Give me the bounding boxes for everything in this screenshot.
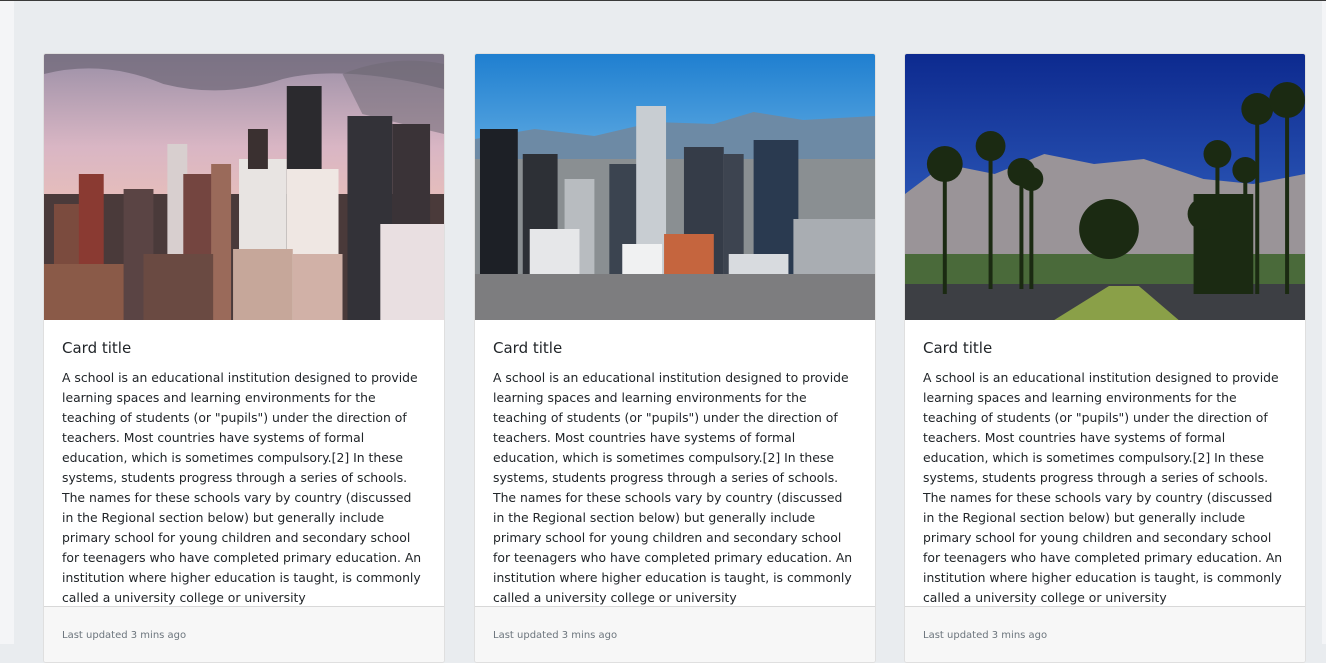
card-title: Card title [493,339,563,357]
window-top-border [0,0,1326,1]
card-footer: Last updated 3 mins ago [44,606,444,662]
card-3: Card title A school is an educational in… [904,53,1306,663]
card-1: Card title A school is an educational in… [43,53,445,663]
last-updated-text: Last updated 3 mins ago [62,630,187,641]
card-text: A school is an educational institution d… [62,370,422,605]
last-updated-text: Last updated 3 mins ago [493,630,618,641]
city-skyline-dusk-image [44,54,444,320]
last-updated-text: Last updated 3 mins ago [923,630,1048,641]
card-footer: Last updated 3 mins ago [905,606,1305,662]
card-footer: Last updated 3 mins ago [475,606,875,662]
palm-road-mountains-image [905,54,1305,320]
card-text: A school is an educational institution d… [493,370,853,605]
card-2: Card title A school is an educational in… [474,53,876,663]
left-page-margin [0,1,14,644]
city-skyline-mountains-image [475,54,875,320]
card-title: Card title [923,339,993,357]
right-page-margin [1322,1,1326,644]
card-text: A school is an educational institution d… [923,370,1283,605]
card-title: Card title [62,339,132,357]
